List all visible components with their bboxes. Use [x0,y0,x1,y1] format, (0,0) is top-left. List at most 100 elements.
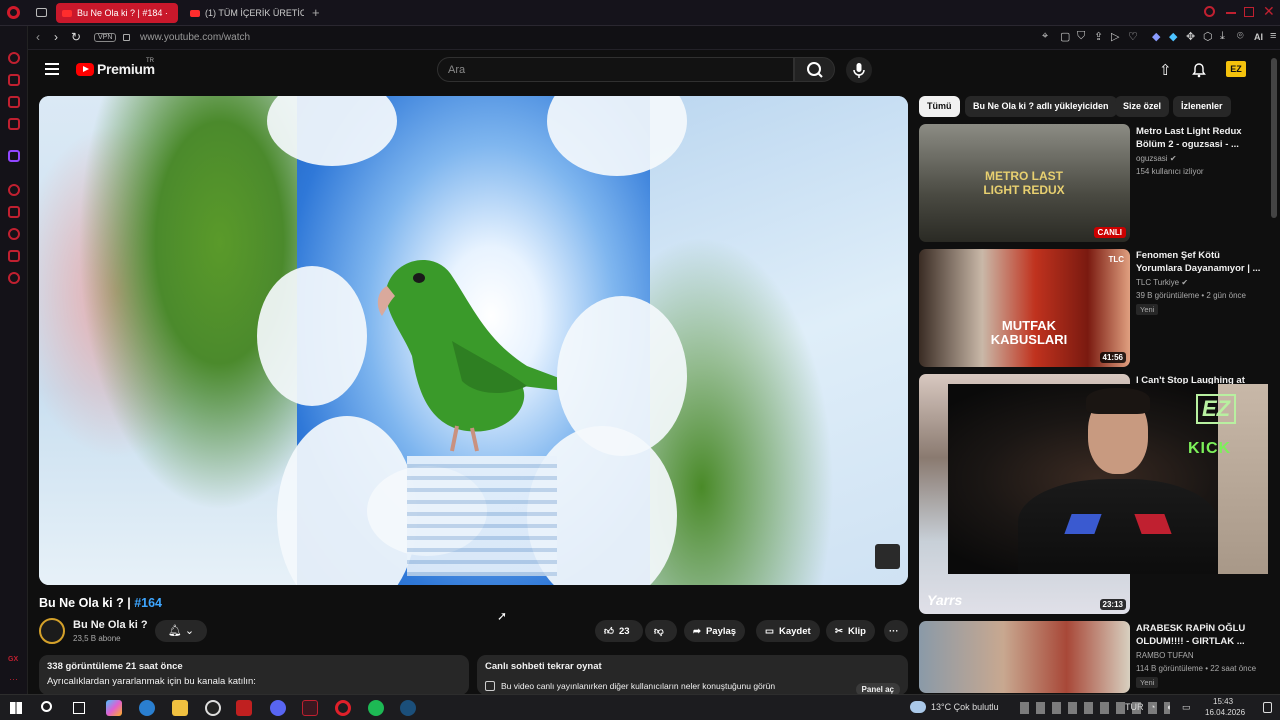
shield-icon[interactable]: ⛉ [1077,30,1085,43]
search-input[interactable]: Ara [437,57,794,82]
account-avatar[interactable]: EZ [1226,61,1246,77]
tab-current[interactable]: Bu Ne Ola ki ? | #184 · [56,3,178,23]
chip-for-you[interactable]: Size özel [1115,96,1170,117]
pin-icon[interactable]: ⌖ [1042,30,1048,43]
weather-text[interactable]: 13°C Çok bulutlu [931,702,999,712]
streaming-app-icon[interactable] [236,700,252,716]
recommendation-title[interactable]: Fenomen Şef Kötü Yorumlara Dayanamıyor |… [1136,249,1264,275]
tab-overview-icon[interactable] [36,8,47,17]
minimize-icon[interactable] [1226,12,1236,14]
camera-icon[interactable]: ⌾ [1237,30,1244,43]
clip-button[interactable]: ✂ Klip [826,620,875,642]
ai-icon[interactable]: AI [1254,32,1263,42]
forward-icon[interactable]: › [54,30,58,44]
opera-gx-icon[interactable] [302,700,318,716]
recommendation-title[interactable]: Metro Last Light Redux Bölüm 2 - oguzsas… [1136,125,1264,151]
new-tab-button[interactable]: + [312,5,320,20]
download-icon[interactable]: ⤓ [1220,30,1225,43]
address-bar: ‹ › ↻ VPN www.youtube.com/watch ⌖ ▢ ⛉ ⇪ … [28,26,1280,50]
menu-icon[interactable]: ≡ [1270,30,1276,42]
start-windows-icon[interactable] [10,702,22,714]
heart-icon[interactable]: ♡ [1128,30,1138,43]
reload-icon[interactable]: ↻ [71,30,81,44]
description-box[interactable]: 338 görüntüleme 21 saat önce Ayrıcalıkla… [39,655,469,695]
voice-search-button[interactable] [846,57,872,83]
back-icon[interactable]: ‹ [36,30,40,44]
sidebar-contacts-icon[interactable] [8,74,20,86]
video-hashtag-link[interactable]: #164 [134,596,162,610]
search-button[interactable] [794,57,835,82]
like-button[interactable]: 👍︎ 23 [595,620,643,642]
recommendation-thumbnail[interactable]: METRO LAST LIGHT REDUX CANLI [919,124,1130,242]
notifications-bell-icon[interactable] [1191,62,1207,83]
taskbar-search-icon[interactable] [41,701,52,712]
recommendation-thumbnail[interactable] [919,621,1130,693]
steam-icon[interactable] [400,700,416,716]
vpn-badge[interactable]: VPN [94,33,117,42]
ext-box-icon[interactable]: ⬡ [1203,30,1213,43]
live-badge: CANLI [1093,227,1126,238]
sidebar-news-icon[interactable] [8,118,20,130]
channel-avatar[interactable] [39,618,65,644]
chip-uploader[interactable]: Bu Ne Ola ki ? adlı yükleyiciden [965,96,1117,117]
recommendation-title[interactable]: ARABESK RAPİN OĞLU OLDUM!!!! - GIRTLAK .… [1136,622,1264,648]
sidebar-player-icon[interactable] [8,184,20,196]
page-scrollbar[interactable] [1268,50,1280,694]
ext-translate-icon[interactable]: ◆ [1169,30,1177,43]
edge-icon[interactable] [139,700,155,716]
hamburger-menu-icon[interactable] [45,63,59,75]
play-icon[interactable]: ▷ [1111,30,1119,43]
sidebar-messenger-icon[interactable] [8,96,20,108]
chip-all[interactable]: Tümü [919,96,960,117]
more-actions-button[interactable]: ··· [884,620,908,642]
clock-time[interactable]: 15:43 [1213,697,1233,706]
opera-icon[interactable] [335,700,351,716]
sidebar-history-icon[interactable] [8,52,20,64]
duration-badge: 41:56 [1099,352,1126,363]
wifi-icon[interactable]: ◔ [1150,702,1155,712]
channel-name[interactable]: Bu Ne Ola ki ? [73,619,148,631]
sidebar-extensions-icon[interactable] [8,250,20,262]
sidebar-gx-icon[interactable]: GX [8,656,18,663]
screenshot-icon[interactable]: ▢ [1060,30,1070,43]
spotify-icon[interactable] [368,700,384,716]
sidebar-twitch-icon[interactable] [8,150,20,162]
channel-watermark[interactable] [875,544,900,569]
task-view-icon[interactable] [73,702,85,714]
notifications-icon[interactable] [1263,702,1272,713]
input-language[interactable]: TUR [1125,702,1144,712]
ext-puzzle-icon[interactable]: ✥ [1186,30,1195,43]
dislike-button[interactable]: 👎︎ [645,620,677,642]
url-field[interactable]: www.youtube.com/watch [140,32,250,43]
upload-icon[interactable]: ⇧ [1159,61,1172,79]
sidebar-clock-icon[interactable] [8,228,20,240]
discord-icon[interactable] [270,700,286,716]
chip-watched[interactable]: İzlenenler [1173,96,1231,117]
opera-logo-icon[interactable] [7,6,20,19]
sidebar-settings-icon[interactable] [8,272,20,284]
file-explorer-icon[interactable] [172,700,188,716]
save-button[interactable]: ▭ Kaydet [756,620,820,642]
maximize-icon[interactable] [1244,7,1254,17]
sidebar-more-icon[interactable]: ··· [9,674,18,684]
obs-icon[interactable] [205,700,221,716]
youtube-logo-icon[interactable] [76,63,94,76]
tab-second[interactable]: (1) TÜM İÇERİK ÜRETİCİLE [184,3,304,23]
search-tabs-icon[interactable] [1204,6,1215,17]
share-icon[interactable]: ⇪ [1094,30,1103,43]
recommendation-channel[interactable]: TLC Turkiye ✔ [1136,278,1188,287]
ext-discord-icon[interactable]: ◆ [1152,30,1160,43]
share-button[interactable]: ➦ Paylaş [684,620,746,642]
recommendation-thumbnail[interactable]: TLC MUTFAK KABUSLARI 41:56 [919,249,1130,367]
recommendation-channel[interactable]: oguzsasi ✔ [1136,154,1177,163]
subscribe-notifications-button[interactable]: 🔔︎ ⌄ [155,620,207,642]
copilot-icon[interactable] [106,700,122,716]
recommendation-channel[interactable]: RAMBO TUFAN [1136,651,1194,660]
close-icon[interactable]: ✕ [1263,3,1275,20]
volume-icon[interactable]: ◖ [1166,702,1171,712]
system-tray-icons[interactable] [1020,702,1170,714]
clock-date[interactable]: 16.04.2026 [1205,708,1245,717]
sidebar-bookmarks-icon[interactable] [8,206,20,218]
battery-icon[interactable]: ▭ [1182,702,1191,713]
video-player[interactable] [39,96,908,585]
